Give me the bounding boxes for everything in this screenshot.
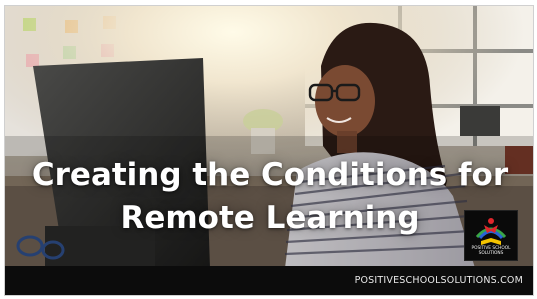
banner-image: Creating the Conditions for Remote Learn… [4, 5, 534, 296]
footer-website-url: POSITIVESCHOOLSOLUTIONS.COM [354, 275, 523, 286]
headline-line-2: Remote Learning [120, 200, 420, 236]
positive-school-solutions-logo: POSITIVE SCHOOL SOLUTIONS [464, 210, 518, 261]
logo-text-line-2: SOLUTIONS [478, 251, 504, 256]
headline-line-1: Creating the Conditions for [31, 157, 509, 193]
footer-bar: POSITIVESCHOOLSOLUTIONS.COM [5, 266, 533, 295]
headline: Creating the Conditions for Remote Learn… [5, 154, 533, 240]
